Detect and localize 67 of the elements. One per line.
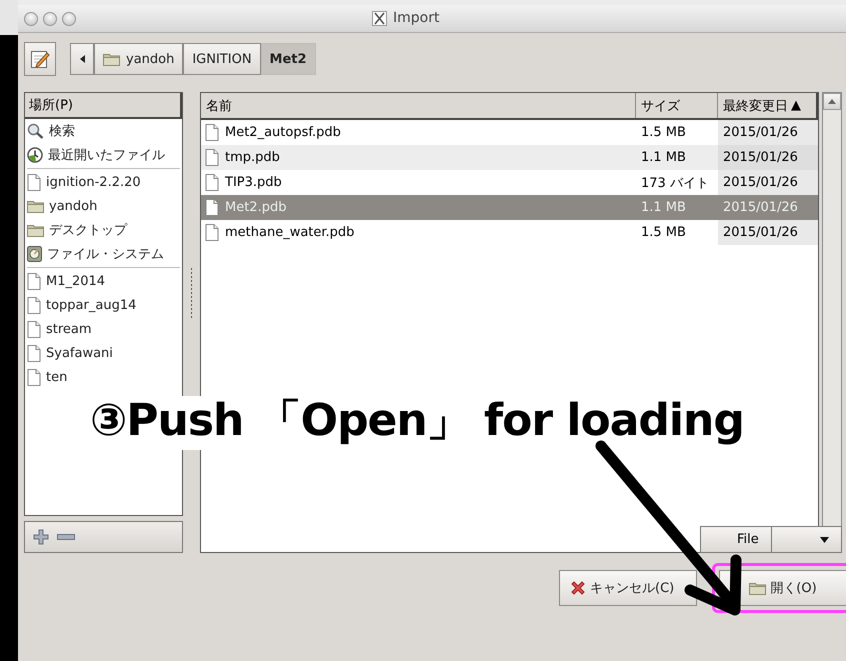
edit-location-button[interactable] xyxy=(24,42,56,76)
sidebar-item[interactable]: stream xyxy=(25,317,182,341)
cancel-icon xyxy=(570,580,586,596)
folder-icon xyxy=(749,581,766,595)
x-logo-icon xyxy=(372,10,387,26)
document-icon xyxy=(205,149,219,166)
column-header[interactable]: 名前 xyxy=(201,93,636,118)
sidebar-item[interactable]: M1_2014 xyxy=(25,269,182,293)
sort-indicator: ▲ xyxy=(791,98,801,113)
document-icon xyxy=(205,199,219,216)
size-cell-text: 1.1 MB xyxy=(640,199,687,217)
up-arrow-icon[interactable] xyxy=(828,99,836,104)
file-name-cell[interactable]: tmp.pdb xyxy=(201,145,636,170)
file-name-cell[interactable]: TIP3.pdb xyxy=(201,170,636,195)
folder-icon xyxy=(27,199,44,213)
size-cell-text: 1.5 MB xyxy=(640,124,687,142)
remove-icon[interactable] xyxy=(57,534,75,540)
left-arrow-icon xyxy=(80,55,84,63)
close-button[interactable] xyxy=(24,12,38,26)
folder-icon xyxy=(103,52,120,66)
drive-icon xyxy=(27,246,42,262)
add-icon[interactable] xyxy=(33,529,49,545)
document-icon xyxy=(27,368,41,386)
clock-icon xyxy=(27,147,43,163)
path-button[interactable]: yandoh xyxy=(94,43,184,75)
file-name-cell[interactable]: methane_water.pdb xyxy=(201,220,636,245)
sidebar-item[interactable]: ignition-2.2.20 xyxy=(25,170,182,194)
date-cell: 2015/01/26 xyxy=(718,120,818,145)
date-cell: 2015/01/26 xyxy=(718,220,818,245)
document-icon xyxy=(27,344,41,362)
column-header[interactable]: サイズ xyxy=(636,93,718,118)
date-cell: 2015/01/26 xyxy=(718,170,818,195)
places-header[interactable]: 場所(P) xyxy=(25,93,182,119)
document-icon xyxy=(27,272,41,290)
document-icon xyxy=(27,174,41,190)
dropdown-arrow-icon xyxy=(820,536,829,542)
column-header[interactable]: 最終変更日 ▲ xyxy=(718,93,818,118)
cancel-button[interactable]: キャンセル(C) xyxy=(559,570,697,606)
size-cell-text: 1.1 MB xyxy=(640,149,687,167)
folder-icon xyxy=(27,223,44,237)
pencil-note-icon xyxy=(30,49,50,69)
minimize-button[interactable] xyxy=(43,12,57,26)
sidebar-item[interactable]: 最近開いたファイル xyxy=(25,143,182,167)
window-title: Import xyxy=(393,10,440,26)
splitter-handle[interactable] xyxy=(190,268,193,318)
sidebar-item[interactable]: ten xyxy=(25,365,182,389)
path-button[interactable]: Met2 xyxy=(260,43,316,75)
sidebar-item[interactable]: デスクトップ xyxy=(25,218,182,242)
size-cell-text: 1.5 MB xyxy=(640,224,687,242)
search-icon xyxy=(27,123,44,139)
file-name-cell[interactable]: Met2_autopsf.pdb xyxy=(201,120,636,145)
sidebar-item[interactable]: Syafawani xyxy=(25,341,182,365)
sidebar-item[interactable]: 検索 xyxy=(25,119,182,143)
path-button[interactable]: IGNITION xyxy=(183,43,261,75)
document-icon xyxy=(205,174,219,191)
sidebar-item[interactable]: ファイル・システム xyxy=(25,242,182,266)
scroll-left-button[interactable] xyxy=(70,43,94,75)
file-type-dropdown[interactable]: File xyxy=(700,526,842,553)
document-icon xyxy=(205,224,219,241)
document-icon xyxy=(27,320,41,338)
document-icon xyxy=(27,296,41,314)
date-cell: 2015/01/26 xyxy=(718,145,818,170)
document-icon xyxy=(205,124,219,141)
size-cell-text: 173 バイト xyxy=(640,174,710,192)
sidebar-item[interactable]: yandoh xyxy=(25,194,182,218)
sidebar-item[interactable]: toppar_aug14 xyxy=(25,293,182,317)
zoom-button[interactable] xyxy=(62,12,76,26)
